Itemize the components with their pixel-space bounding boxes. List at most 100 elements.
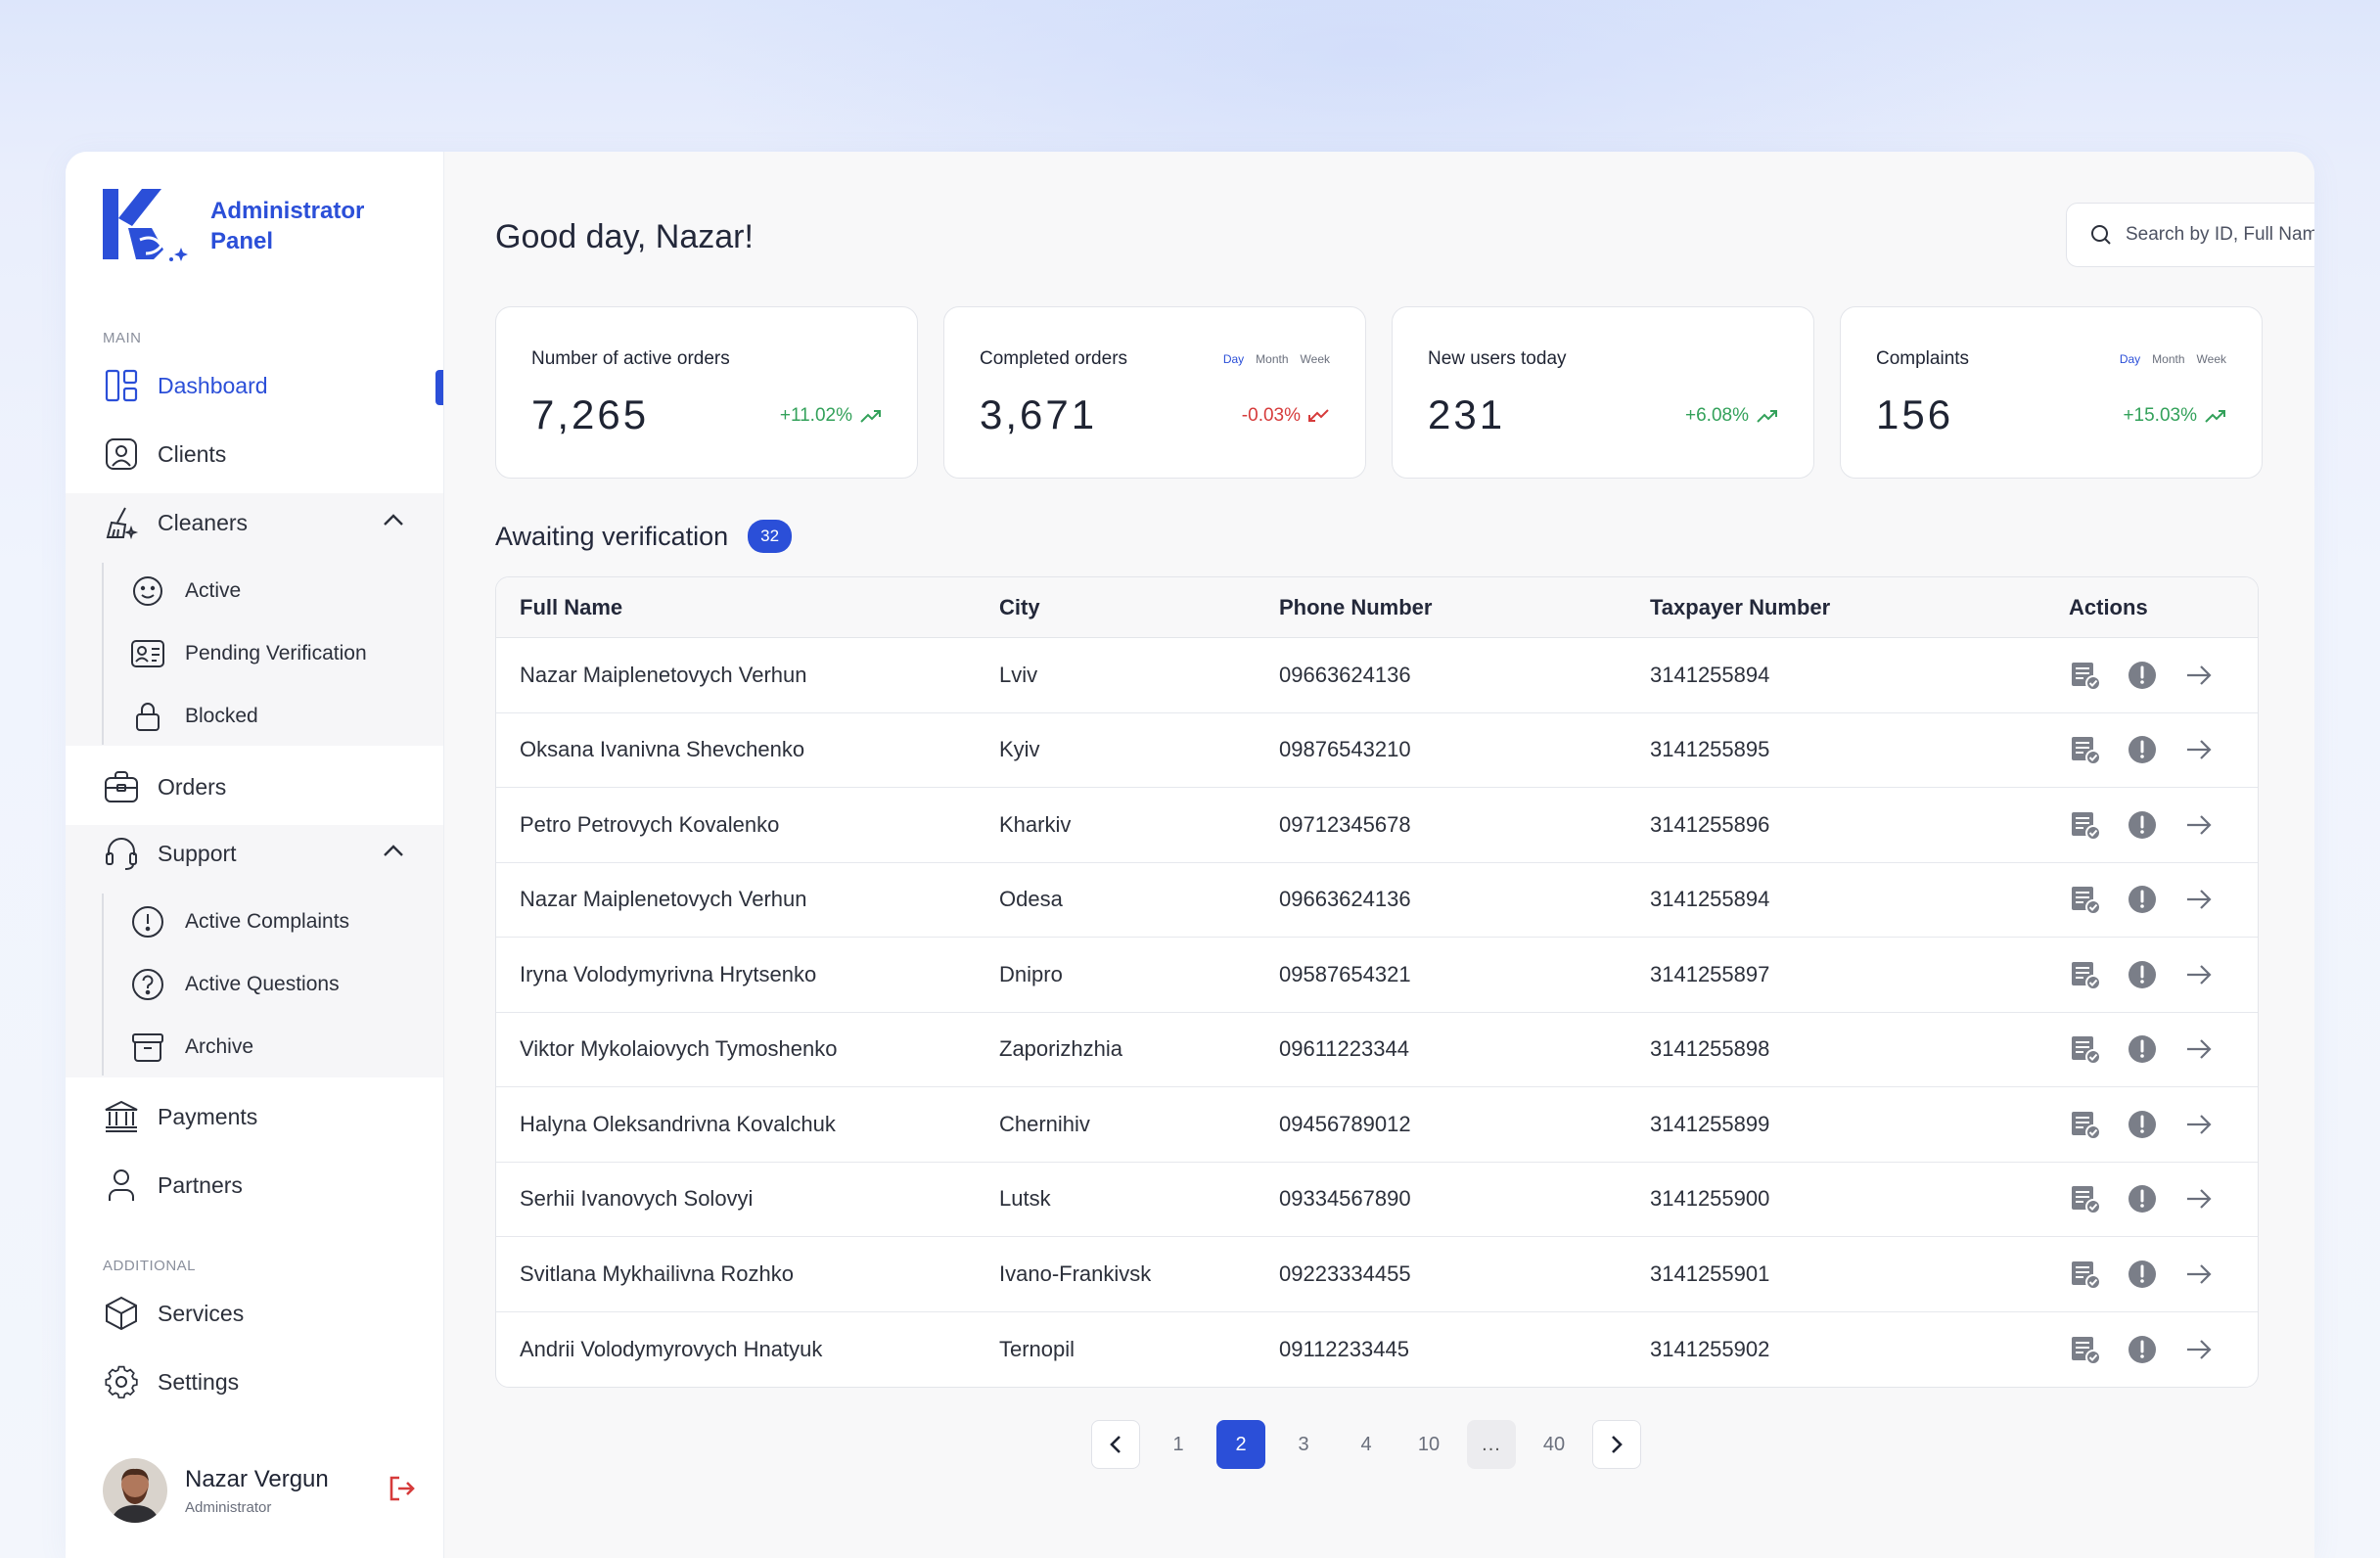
stat-label: New users today [1428,348,1567,369]
sidebar-item-label: Clients [158,440,227,467]
headset-icon [103,835,140,872]
sidebar-item-support[interactable]: Support [66,822,443,885]
alert-icon[interactable] [2126,883,2159,916]
arrow-right-icon[interactable] [2182,659,2216,692]
alert-icon[interactable] [2126,659,2159,692]
arrow-right-icon[interactable] [2182,1108,2216,1141]
search-input[interactable] [2126,224,2314,246]
table-row[interactable]: Halyna Oleksandrivna Kovalchuk Chernihiv 0… [496,1087,2258,1163]
sidebar-item-cleaners-pending[interactable]: Pending Verification [130,625,367,682]
avatar[interactable] [103,1458,167,1523]
alert-icon[interactable] [2126,1258,2159,1291]
sidebar-item-settings[interactable]: Settings [66,1351,443,1413]
alert-icon[interactable] [2126,1108,2159,1141]
stat-change: +15.03% [2123,405,2226,427]
period-day-tab[interactable]: Day [1223,352,1244,366]
verify-document-icon[interactable] [2069,659,2102,692]
chevron-up-icon[interactable] [383,513,404,527]
trend-up-icon [860,410,881,423]
arrow-right-icon[interactable] [2182,808,2216,842]
table-row[interactable]: Viktor Mykolaiovych Tymoshenko Zaporizhzh… [496,1013,2258,1087]
prev-page-button[interactable] [1091,1420,1140,1469]
sidebar-item-cleaners-active[interactable]: Active [130,563,241,619]
briefcase-icon [103,768,140,805]
arrow-right-icon[interactable] [2182,958,2216,991]
table-row[interactable]: Iryna Volodymyrivna Hrytsenko Dnipro 09587… [496,938,2258,1013]
table-row[interactable]: Andrii Volodymyrovych Hnatyuk Ternopil 091… [496,1312,2258,1388]
period-month-tab[interactable]: Month [1256,352,1288,366]
arrow-right-icon[interactable] [2182,1258,2216,1291]
verify-document-icon[interactable] [2069,1182,2102,1215]
sidebar-item-cleaners-blocked[interactable]: Blocked [130,688,258,745]
sidebar-item-label: Blocked [185,705,258,727]
page-button[interactable]: 10 [1404,1420,1453,1469]
verify-document-icon[interactable] [2069,1333,2102,1366]
page-ellipsis[interactable]: ... [1467,1420,1516,1469]
sidebar-item-clients[interactable]: Clients [66,423,443,485]
period-month-tab[interactable]: Month [2152,352,2184,366]
page-button-current[interactable]: 2 [1216,1420,1265,1469]
column-header[interactable]: Taxpayer Number [1626,595,2045,620]
sidebar-item-active-questions[interactable]: Active Questions [130,956,340,1013]
page-button[interactable]: 3 [1279,1420,1328,1469]
column-header[interactable]: Full Name [496,595,976,620]
period-day-tab[interactable]: Day [2120,352,2140,366]
cell-taxpayer: 3141255894 [1650,887,1770,912]
sidebar-item-dashboard[interactable]: Dashboard [66,354,443,417]
page-button[interactable]: 40 [1530,1420,1579,1469]
verify-document-icon[interactable] [2069,733,2102,766]
column-header[interactable]: City [976,595,1256,620]
sidebar-item-cleaners[interactable]: Cleaners [66,491,443,554]
verify-document-icon[interactable] [2069,1258,2102,1291]
stat-change-text: -0.03% [1241,405,1301,426]
pagination: 1 2 3 4 10 ... 40 [1091,1420,1641,1469]
cell-city: Kharkiv [999,811,1072,837]
verify-document-icon[interactable] [2069,1032,2102,1066]
verify-document-icon[interactable] [2069,1108,2102,1141]
arrow-right-icon[interactable] [2182,1333,2216,1366]
table-row[interactable]: Nazar Maiplenetovych Verhun Odesa 09663624… [496,863,2258,938]
search-box[interactable] [2066,203,2314,267]
verify-document-icon[interactable] [2069,958,2102,991]
chevron-up-icon[interactable] [383,844,404,857]
user-profile[interactable]: Nazar Vergun Administrator [103,1456,416,1525]
alert-icon[interactable] [2126,1333,2159,1366]
sidebar-item-archive[interactable]: Archive [130,1019,253,1076]
page-button[interactable]: 4 [1342,1420,1391,1469]
row-actions [2045,1333,2258,1366]
table-row[interactable]: Nazar Maiplenetovych Verhun Lviv 096636241… [496,638,2258,713]
alert-icon[interactable] [2126,958,2159,991]
alert-icon[interactable] [2126,1182,2159,1215]
broom-icon [103,504,140,541]
period-week-tab[interactable]: Week [2197,352,2226,366]
arrow-right-icon[interactable] [2182,733,2216,766]
sidebar-item-orders[interactable]: Orders [66,756,443,818]
arrow-right-icon[interactable] [2182,883,2216,916]
sidebar-item-label: Active [185,579,242,602]
column-header[interactable]: Phone Number [1256,595,1626,620]
verify-document-icon[interactable] [2069,883,2102,916]
table-row[interactable]: Oksana Ivanivna Shevchenko Kyiv 0987654321… [496,713,2258,788]
sidebar-item-active-complaints[interactable]: Active Complaints [130,894,349,950]
verify-document-icon[interactable] [2069,808,2102,842]
brand-logo[interactable]: Administrator Panel [103,189,364,263]
sidebar-item-partners[interactable]: Partners [66,1154,443,1216]
arrow-right-icon[interactable] [2182,1032,2216,1066]
logout-icon[interactable] [387,1474,416,1503]
next-page-button[interactable] [1592,1420,1641,1469]
sidebar-item-payments[interactable]: Payments [66,1085,443,1148]
cell-phone: 09587654321 [1279,961,1411,986]
table-row[interactable]: Serhii Ivanovych Solovyi Lutsk 09334567890… [496,1163,2258,1237]
alert-icon[interactable] [2126,808,2159,842]
arrow-right-icon[interactable] [2182,1182,2216,1215]
page-button[interactable]: 1 [1154,1420,1203,1469]
row-actions [2045,883,2258,916]
sidebar-item-services[interactable]: Services [66,1282,443,1345]
row-actions [2045,1108,2258,1141]
table-row[interactable]: Svitlana Mykhailivna Rozhko Ivano-Frankiv… [496,1237,2258,1312]
cell-full-name: Petro Petrovych Kovalenko [520,811,780,837]
alert-icon[interactable] [2126,733,2159,766]
period-week-tab[interactable]: Week [1301,352,1330,366]
table-row[interactable]: Petro Petrovych Kovalenko Kharkiv 09712345… [496,788,2258,863]
alert-icon[interactable] [2126,1032,2159,1066]
